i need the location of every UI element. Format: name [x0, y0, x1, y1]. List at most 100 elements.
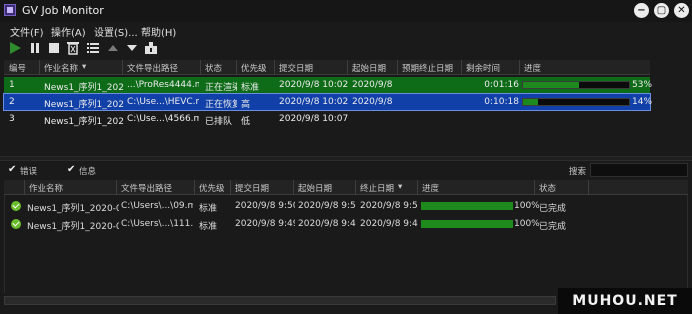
log-filter-bar: ✔ 错误 ✔ 信息 搜索	[0, 161, 692, 179]
info-checkbox[interactable]: ✔	[67, 165, 77, 175]
progress-text: 53%	[632, 80, 653, 90]
table-row[interactable]: 2 News1_序列1_202...C:\Use...\HEVC.mp4 正在恢复高…	[3, 93, 653, 111]
success-check-icon	[11, 201, 21, 211]
log-path: C:\Users\...\111.mp4	[121, 219, 193, 229]
menu-operation[interactable]: 操作(A)	[51, 24, 86, 39]
job-id: 3	[9, 114, 15, 124]
menu-settings[interactable]: 设置(S)...	[94, 24, 138, 39]
col-name[interactable]: 作业名称	[44, 62, 78, 74]
log-table-header: 作业名称 文件导出路径 优先级 提交日期 起始日期 终止日期 ▾ 进度 状态	[4, 180, 688, 195]
job-table-header: 编号 作业名称 ▾ 文件导出路径 状态 优先级 提交日期 起始日期 预期终止日期…	[4, 60, 650, 75]
log-priority: 标准	[199, 204, 218, 214]
col-log-submitted[interactable]: 提交日期	[235, 182, 269, 194]
menu-file[interactable]: 文件(F)	[10, 24, 44, 39]
col-log-started[interactable]: 起始日期	[298, 182, 332, 194]
job-submitted: 2020/9/8 10:07	[279, 114, 349, 124]
menu-help[interactable]: 帮助(H)	[141, 24, 176, 39]
job-started: 2020/9/8 10:02	[352, 97, 396, 107]
log-name: News1_序列1_2020-0...	[27, 204, 119, 214]
job-path: C:\Use...\HEVC.mp4	[127, 97, 199, 107]
progress-bar	[421, 202, 513, 210]
job-priority: 标准	[241, 83, 260, 93]
job-name: News1_序列1_202...	[44, 100, 124, 110]
list-item[interactable]: News1_序列1_2020-0...C:\Users\...\09.mp4 标准…	[4, 198, 688, 214]
job-status: 已排队	[205, 117, 233, 127]
pause-icon[interactable]	[28, 41, 42, 55]
list-item[interactable]: News1_序列1_2020-0...C:\Users\...\111.mp4 标…	[4, 216, 688, 232]
sort-desc-icon: ▾	[82, 62, 87, 72]
job-remaining: 0:01:16	[484, 80, 519, 90]
stop-icon[interactable]	[47, 41, 61, 55]
col-id[interactable]: 编号	[9, 62, 26, 74]
search-label: 搜索	[569, 167, 587, 177]
search-input[interactable]	[590, 163, 688, 177]
log-submitted: 2020/9/8 9:50	[235, 201, 295, 211]
job-submitted: 2020/9/8 10:02	[279, 97, 349, 107]
job-submitted: 2020/9/8 10:02	[279, 80, 349, 90]
delete-icon[interactable]	[66, 41, 80, 55]
close-icon[interactable]: ✕	[674, 3, 689, 18]
minimize-icon[interactable]: −	[634, 3, 649, 18]
log-status: 已完成	[539, 204, 567, 214]
job-path: ...\ProRes4444.mov	[127, 80, 199, 90]
move-down-icon[interactable]	[125, 41, 139, 55]
col-expected[interactable]: 预期终止日期	[402, 62, 453, 74]
export-icon[interactable]	[144, 41, 158, 55]
job-status: 正在恢复	[205, 100, 237, 110]
job-name: News1_序列1_202...	[44, 83, 124, 93]
log-ended: 2020/9/8 9:49	[360, 219, 418, 229]
app-logo-icon	[4, 4, 16, 16]
toolbar	[0, 38, 692, 58]
col-progress[interactable]: 进度	[524, 62, 541, 74]
play-icon[interactable]	[8, 41, 22, 55]
progress-fill	[523, 99, 538, 105]
col-log-priority[interactable]: 优先级	[199, 182, 225, 194]
sort-desc-icon: ▾	[398, 182, 403, 192]
col-remaining[interactable]: 剩余时间	[466, 62, 500, 74]
job-name: News1_序列1_202...	[44, 117, 124, 127]
col-log-progress[interactable]: 进度	[422, 182, 439, 194]
col-path[interactable]: 文件导出路径	[127, 62, 178, 74]
horizontal-scrollbar[interactable]	[4, 296, 556, 305]
progress-text: 14%	[632, 97, 653, 107]
watermark: MUHOU.NET	[558, 288, 692, 314]
job-priority: 低	[241, 117, 251, 127]
success-check-icon	[11, 219, 21, 229]
log-started: 2020/9/8 9:50	[298, 201, 356, 211]
progress-fill	[421, 220, 513, 228]
progress-fill	[421, 202, 513, 210]
window-title: GV Job Monitor	[22, 4, 104, 17]
progress-fill	[523, 82, 580, 88]
job-remaining: 0:10:18	[484, 97, 519, 107]
col-log-ended[interactable]: 终止日期	[360, 182, 394, 194]
progress-bar	[522, 81, 630, 89]
progress-bar	[522, 98, 630, 106]
menu-bar: 文件(F) 操作(A) 设置(S)... 帮助(H)	[0, 22, 692, 39]
col-started[interactable]: 起始日期	[352, 62, 386, 74]
maximize-icon[interactable]: ▢	[654, 3, 669, 18]
log-path: C:\Users\...\09.mp4	[121, 201, 193, 211]
job-path: C:\Use...\4566.mp4	[127, 114, 199, 124]
job-status: 正在渲染	[205, 83, 237, 93]
info-label: 信息	[79, 167, 97, 177]
move-up-icon[interactable]	[106, 41, 120, 55]
job-id: 1	[9, 80, 15, 90]
log-name: News1_序列1_2020-0...	[27, 222, 119, 232]
progress-bar	[421, 220, 513, 228]
log-status: 已完成	[539, 222, 567, 232]
title-bar: GV Job Monitor − ▢ ✕	[0, 0, 692, 22]
list-icon[interactable]	[86, 41, 100, 55]
progress-text: 100%	[514, 219, 540, 229]
col-priority[interactable]: 优先级	[241, 62, 267, 74]
col-status[interactable]: 状态	[205, 62, 222, 74]
job-priority: 高	[241, 100, 251, 110]
table-row[interactable]: 3 News1_序列1_202...C:\Use...\4566.mp4 已排队低 2…	[4, 111, 650, 127]
progress-text: 100%	[514, 201, 540, 211]
col-log-path[interactable]: 文件导出路径	[121, 182, 172, 194]
col-submitted[interactable]: 提交日期	[279, 62, 313, 74]
col-log-name[interactable]: 作业名称	[29, 182, 63, 194]
col-log-status[interactable]: 状态	[539, 182, 556, 194]
errors-checkbox[interactable]: ✔	[8, 165, 18, 175]
table-row[interactable]: 1 News1_序列1_202......\ProRes4444.mov 正在渲染标…	[4, 77, 653, 93]
log-started: 2020/9/8 9:49	[298, 219, 356, 229]
